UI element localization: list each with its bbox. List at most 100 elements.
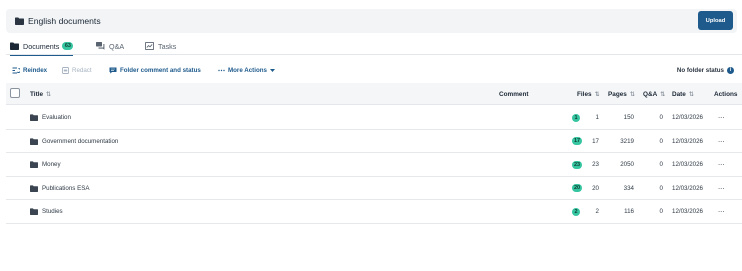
column-qa-label: Q&A — [643, 90, 658, 98]
folder-icon — [30, 153, 38, 176]
table-header: Title ⇅ Comment Files ⇅ Pages ⇅ Q&A ⇅ Date ⇅ … — [6, 83, 742, 105]
tab-tasks[interactable]: Tasks — [145, 37, 176, 55]
row-qa: 0 — [659, 208, 663, 215]
redact-label: Redact — [72, 66, 92, 74]
tab-documents[interactable]: Documents 63 — [10, 37, 74, 56]
files-badge-count: 23 — [572, 160, 583, 169]
files-badge: 20 — [572, 177, 583, 200]
column-date[interactable]: Date ⇅ — [672, 83, 694, 105]
row-actions-menu-icon[interactable]: ··· — [716, 177, 726, 200]
files-badge-count: 1 — [572, 113, 580, 122]
files-badge-count: 2 — [572, 207, 580, 216]
files-badge: 23 — [572, 153, 583, 176]
column-title-label: Title — [30, 90, 44, 98]
folder-icon — [15, 17, 24, 25]
row-name[interactable]: Publications ESA — [42, 177, 89, 200]
reindex-icon — [12, 67, 20, 74]
row-files: 2 — [595, 208, 599, 215]
page-header: English documents Upload — [6, 9, 737, 33]
page-title: English documents — [28, 16, 101, 26]
folder-comment-button[interactable]: Folder comment and status — [109, 62, 201, 78]
comment-icon — [109, 67, 117, 74]
sort-icon: ⇅ — [629, 91, 635, 98]
column-title[interactable]: Title ⇅ — [30, 83, 51, 105]
column-pages[interactable]: Pages ⇅ — [608, 83, 635, 105]
table-row[interactable]: Studies 2 2 116 0 12/03/2026 ··· — [6, 200, 742, 224]
tab-bar: Documents 63 Q&A Tasks — [6, 37, 742, 56]
tab-tasks-label: Tasks — [158, 41, 177, 51]
row-name[interactable]: Studies — [42, 200, 63, 223]
upload-button[interactable]: Upload — [698, 11, 733, 30]
tab-qa-label: Q&A — [109, 41, 125, 51]
column-actions: Actions — [714, 83, 737, 105]
info-icon[interactable]: i — [727, 66, 734, 74]
row-files: 20 — [592, 184, 599, 192]
folder-icon — [30, 200, 38, 223]
folder-icon — [30, 106, 38, 129]
more-actions-label: More Actions — [228, 66, 267, 74]
folder-status: No folder status i — [677, 62, 734, 78]
row-date: 12/03/2026 — [672, 184, 703, 192]
folder-comment-label: Folder comment and status — [120, 66, 201, 74]
files-badge-count: 17 — [572, 137, 583, 145]
row-actions-menu-icon[interactable]: ··· — [716, 153, 726, 176]
sort-icon: ⇅ — [660, 91, 666, 98]
row-pages: 334 — [623, 184, 634, 192]
row-pages: 3219 — [620, 137, 634, 145]
files-badge: 2 — [572, 200, 580, 223]
row-pages: 2050 — [620, 161, 634, 168]
folder-icon — [30, 130, 38, 153]
tab-documents-label: Documents — [23, 41, 60, 51]
reindex-button[interactable]: Reindex — [12, 62, 47, 78]
redact-button[interactable]: Redact — [62, 62, 92, 78]
folder-icon — [30, 177, 38, 200]
row-actions-menu-icon[interactable]: ··· — [716, 106, 726, 129]
row-date: 12/03/2026 — [672, 208, 703, 215]
files-badge-count: 20 — [572, 184, 583, 192]
row-pages: 116 — [624, 208, 634, 215]
tab-qa[interactable]: Q&A — [96, 37, 124, 55]
row-pages: 150 — [623, 114, 634, 121]
row-qa: 0 — [659, 114, 663, 121]
column-pages-label: Pages — [608, 90, 627, 98]
column-date-label: Date — [672, 90, 686, 98]
row-qa: 0 — [659, 161, 663, 168]
row-name[interactable]: Government documentation — [42, 130, 118, 153]
reindex-label: Reindex — [23, 66, 48, 74]
column-comment-label: Comment — [499, 90, 529, 98]
column-comment: Comment — [499, 83, 528, 105]
column-files-label: Files — [577, 90, 592, 98]
files-badge: 1 — [572, 106, 580, 129]
toolbar: Reindex Redact Folder comment and status… — [6, 62, 742, 78]
row-date: 12/03/2026 — [672, 114, 703, 121]
table-row[interactable]: Government documentation 17 17 3219 0 12/03/2… — [6, 130, 742, 153]
row-files: 17 — [592, 137, 599, 145]
column-actions-label: Actions — [714, 90, 738, 98]
row-actions-menu-icon[interactable]: ··· — [716, 200, 726, 223]
chevron-down-icon — [269, 68, 275, 72]
column-qa[interactable]: Q&A ⇅ — [643, 83, 665, 105]
chat-icon — [96, 42, 105, 50]
select-all-checkbox[interactable] — [10, 88, 20, 98]
sort-icon: ⇅ — [46, 91, 52, 98]
folder-status-label: No folder status — [676, 66, 724, 74]
row-files: 23 — [592, 161, 599, 168]
folder-icon — [10, 42, 19, 50]
row-date: 12/03/2026 — [672, 137, 703, 145]
table-row[interactable]: Evaluation 1 1 150 0 12/03/2026 ··· — [6, 106, 742, 130]
sort-icon: ⇅ — [688, 91, 694, 98]
table-row[interactable]: Publications ESA 20 20 334 0 12/03/2026 ··· — [6, 177, 742, 200]
row-date: 12/03/2026 — [672, 161, 703, 168]
more-actions-button[interactable]: More Actions — [218, 62, 275, 78]
row-actions-menu-icon[interactable]: ··· — [716, 130, 726, 153]
row-name[interactable]: Money — [42, 153, 61, 176]
row-qa: 0 — [659, 184, 663, 192]
files-badge: 17 — [572, 130, 583, 153]
documents-count-badge: 63 — [62, 42, 74, 50]
ellipsis-icon — [218, 69, 225, 72]
row-qa: 0 — [659, 137, 663, 145]
table-row[interactable]: Money 23 23 2050 0 12/03/2026 ··· — [6, 153, 742, 177]
redact-icon — [62, 66, 69, 74]
row-name[interactable]: Evaluation — [42, 106, 71, 129]
column-files[interactable]: Files ⇅ — [577, 83, 600, 105]
